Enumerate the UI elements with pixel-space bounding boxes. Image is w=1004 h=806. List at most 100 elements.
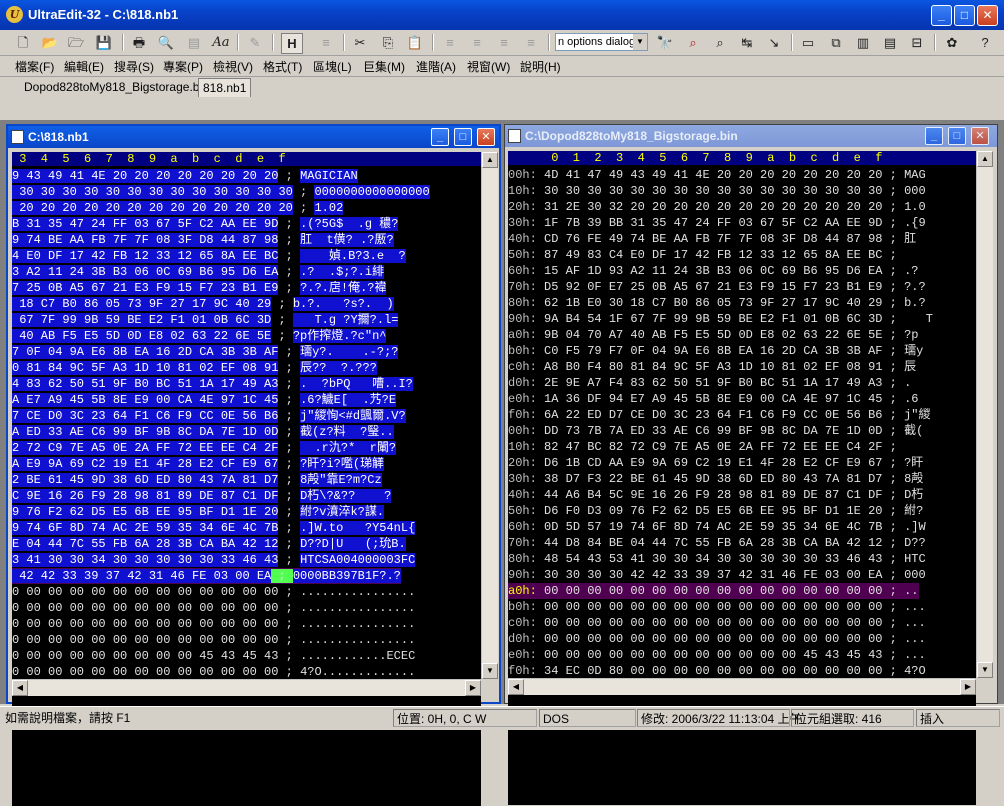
hex-bytes[interactable]: 9 74 6F 8D 74 AC 2E 59 35 34 6E 4C 7B xyxy=(12,521,279,535)
ascii-text[interactable]: 肛 t僙? .?厫? xyxy=(300,233,394,247)
right-horizontal-scrollbar[interactable]: ◀ ▶ xyxy=(508,678,976,695)
hex-bytes[interactable]: 0 00 00 00 00 00 00 00 00 00 00 00 00 xyxy=(12,633,278,647)
hex-row[interactable]: 3 41 30 30 34 30 30 30 30 30 33 46 43 ; … xyxy=(12,552,416,568)
right-close-button[interactable]: ✕ xyxy=(971,127,989,145)
hex-row[interactable]: 30 30 30 30 30 30 30 30 30 30 30 30 30 ;… xyxy=(12,184,430,200)
hex-row[interactable]: d0h: 00 00 00 00 00 00 00 00 00 00 00 00… xyxy=(508,631,926,647)
ascii-text[interactable]: 紨? xyxy=(904,504,923,518)
hex-bytes[interactable]: 0 00 00 00 00 00 00 00 00 00 00 00 00 xyxy=(12,585,278,599)
open-folder-icon[interactable]: 📂 xyxy=(40,33,60,52)
hex-bytes[interactable]: A E7 A9 45 5B 8E E9 00 CA 4E 97 1C 45 xyxy=(12,393,279,407)
hex-bytes[interactable]: A E9 9A 69 C2 19 E1 4F 28 E2 CF E9 67 xyxy=(12,457,279,471)
ascii-text[interactable]: D朽 xyxy=(904,488,923,502)
hex-row[interactable]: 0 00 00 00 00 00 00 00 00 00 00 00 00 ; … xyxy=(12,600,415,616)
hex-bytes[interactable]: 9 76 F2 62 D5 E5 6B EE 95 BF D1 1E 20 xyxy=(12,505,279,519)
hex-row[interactable]: 10h: 30 30 30 30 30 30 30 30 30 30 30 30… xyxy=(508,183,926,199)
hex-bytes[interactable]: 0 00 00 00 00 00 00 00 00 00 00 00 00 xyxy=(12,665,278,679)
hex-bytes[interactable]: 62 1B E0 30 18 C7 B0 86 05 73 9F 27 17 9… xyxy=(544,296,882,310)
hex-bytes[interactable]: D6 1B CD AA E9 9A 69 C2 19 E1 4F 28 E2 C… xyxy=(544,456,882,470)
hex-bytes[interactable]: 42 42 33 39 37 42 31 46 FE 03 00 EA xyxy=(12,569,272,583)
hex-row[interactable]: 80h: 62 1B E0 30 18 C7 B0 86 05 73 9F 27… xyxy=(508,295,926,311)
hex-row[interactable]: c0h: 00 00 00 00 00 00 00 00 00 00 00 00… xyxy=(508,615,926,631)
hex-bytes[interactable]: 30 30 30 30 42 42 33 39 37 42 31 46 FE 0… xyxy=(544,568,882,582)
hex-bytes[interactable]: A ED 33 AE C6 99 BF 9B 8C DA 7E 1D 0D xyxy=(12,425,279,439)
hex-bytes[interactable]: 4D 41 47 49 43 49 41 4E 20 20 20 20 20 2… xyxy=(544,168,882,182)
new-file-icon[interactable]: 🗋 xyxy=(13,33,33,52)
right-maximize-button[interactable]: □ xyxy=(948,127,966,145)
ascii-text[interactable]: 紨?v濆淬k?謀. xyxy=(300,505,385,519)
hex-row[interactable]: C 9E 16 26 F9 28 98 81 89 DE 87 C1 DF ; … xyxy=(12,488,392,504)
find-prev-icon[interactable]: ⌕ xyxy=(710,33,730,52)
hex-bytes[interactable]: 2E 9E A7 F4 83 62 50 51 9F B0 BC 51 1A 1… xyxy=(544,376,882,390)
ascii-text[interactable]: .? xyxy=(904,264,918,278)
hex-bytes[interactable]: 31 2E 30 32 20 20 20 20 20 20 20 20 20 2… xyxy=(544,200,882,214)
hex-bytes[interactable]: D5 92 0F E7 25 0B A5 67 21 E3 F9 15 F7 2… xyxy=(544,280,882,294)
hex-bytes[interactable]: 30 30 30 30 30 30 30 30 30 30 30 30 30 3… xyxy=(544,184,882,198)
justify-icon[interactable]: ≡ xyxy=(521,33,541,52)
hex-row[interactable]: 67 7F 99 9B 59 BE E2 F1 01 0B 6C 3D ; T.… xyxy=(12,312,399,328)
scroll-right-icon[interactable]: ▶ xyxy=(465,680,481,696)
ascii-text[interactable]: 0000000000000000 xyxy=(314,185,430,199)
menu-column[interactable]: 區塊(L) xyxy=(313,58,352,75)
hex-bytes[interactable]: 15 AF 1D 93 A2 11 24 3B B3 06 0C 69 B6 9… xyxy=(544,264,882,278)
left-close-button[interactable]: ✕ xyxy=(477,128,495,146)
hex-bytes[interactable]: 4 E0 DF 17 42 FB 12 33 12 65 8A EE BC xyxy=(12,249,279,263)
ascii-text[interactable]: 截(z?料 ?瑿.. xyxy=(300,425,394,439)
hex-bytes[interactable]: 9B 04 70 A7 40 AB F5 E5 5D 0D E8 02 63 2… xyxy=(544,328,882,342)
hex-row[interactable]: 30h: 38 D7 F3 22 BE 61 45 9D 38 6D ED 80… xyxy=(508,471,923,487)
hex-row[interactable]: E 04 44 7C 55 FB 6A 28 3B CA BA 42 12 ; … xyxy=(12,536,406,552)
ascii-text[interactable]: j"緵 xyxy=(904,408,930,422)
hex-bytes[interactable]: C 9E 16 26 F9 28 98 81 89 DE 87 C1 DF xyxy=(12,489,279,503)
ascii-text[interactable]: ... xyxy=(904,616,926,630)
search-options-combo[interactable]: n options dialog ▼ xyxy=(555,33,648,51)
hex-bytes[interactable]: 48 54 43 53 41 30 30 34 30 30 30 30 30 3… xyxy=(544,552,882,566)
hex-row[interactable]: 4 83 62 50 51 9F B0 BC 51 1A 17 49 A3 ; … xyxy=(12,376,413,392)
ascii-text[interactable]: 8殸 xyxy=(904,472,923,486)
hex-row[interactable]: f0h: 34 EC 0D 80 00 00 00 00 00 00 00 00… xyxy=(508,663,926,679)
ultraedit-app-icon[interactable]: U xyxy=(6,6,23,23)
ascii-text[interactable]: ?p xyxy=(904,328,918,342)
ascii-text[interactable]: 0000BB397B1F?.? xyxy=(292,569,401,583)
word-wrap-icon[interactable]: ≡ xyxy=(316,33,336,52)
hex-bytes[interactable]: 44 A6 B4 5C 9E 16 26 F9 28 98 81 89 DE 8… xyxy=(544,488,882,502)
hex-row[interactable]: 40h: CD 76 FE 49 74 BE AA FB 7F 7F 08 3F… xyxy=(508,231,916,247)
menu-file[interactable]: 檔案(F) xyxy=(15,58,54,75)
hex-row[interactable]: 4 E0 DF 17 42 FB 12 33 12 65 8A EE BC ; … xyxy=(12,248,406,264)
hex-bytes[interactable]: 3 A2 11 24 3B B3 06 0C 69 B6 95 D6 EA xyxy=(12,265,279,279)
hex-row[interactable]: 7 CE D0 3C 23 64 F1 C6 F9 CC 0E 56 B6 ; … xyxy=(12,408,406,424)
hex-row[interactable]: b0h: 00 00 00 00 00 00 00 00 00 00 00 00… xyxy=(508,599,926,615)
ascii-text[interactable]: 1.02 xyxy=(314,201,344,215)
hex-row[interactable]: 00h: DD 73 7B 7A ED 33 AE C6 99 BF 9B 8C… xyxy=(508,423,923,439)
hex-bytes[interactable]: 1F 7B 39 BB 31 35 47 24 FF 03 67 5F C2 A… xyxy=(544,216,882,230)
minimize-button[interactable]: _ xyxy=(931,5,952,26)
ascii-text[interactable]: ?.?.扂!俺.?禕 xyxy=(300,281,387,295)
menu-advanced[interactable]: 進階(A) xyxy=(416,58,456,75)
ascii-text[interactable]: .6?鱥E[ .艿?E xyxy=(300,393,397,407)
hex-row[interactable]: 7 25 0B A5 67 21 E3 F9 15 F7 23 B1 E9 ; … xyxy=(12,280,387,296)
scroll-left-icon[interactable]: ◀ xyxy=(508,679,524,695)
hex-bytes[interactable]: 4 83 62 50 51 9F B0 BC 51 1A 17 49 A3 xyxy=(12,377,279,391)
hex-row[interactable]: 3 A2 11 24 3B B3 06 0C 69 B6 95 D6 EA ; … xyxy=(12,264,385,280)
ascii-text[interactable]: 1.0 xyxy=(904,200,926,214)
hex-row[interactable]: 9 74 BE AA FB 7F 7F 08 3F D8 44 87 98 ; … xyxy=(12,232,394,248)
left-minimize-button[interactable]: _ xyxy=(431,128,449,146)
goto-icon[interactable]: ↘ xyxy=(764,33,784,52)
hex-row[interactable]: 20h: 31 2E 30 32 20 20 20 20 20 20 20 20… xyxy=(508,199,926,215)
ascii-text[interactable]: T xyxy=(904,312,933,326)
tab-818-nb1[interactable]: 818.nb1 xyxy=(198,78,252,97)
menu-format[interactable]: 格式(T) xyxy=(263,58,302,75)
hex-row[interactable]: A ED 33 AE C6 99 BF 9B 8C DA 7E 1D 0D ; … xyxy=(12,424,394,440)
ascii-text[interactable]: ... xyxy=(904,600,926,614)
window-icon[interactable]: ▭ xyxy=(798,33,818,52)
hex-row[interactable]: 0 00 00 00 00 00 00 00 00 00 00 00 00 ; … xyxy=(12,616,415,632)
left-vertical-scrollbar[interactable]: ▲ ▼ xyxy=(481,152,498,679)
ascii-text[interactable]: .(?5G$ .g 穠? xyxy=(300,217,399,231)
ascii-text[interactable]: j"緵恂<#d颽爾.V? xyxy=(300,409,406,423)
hex-bytes[interactable]: 00 00 00 00 00 00 00 00 00 00 00 00 00 0… xyxy=(544,584,882,598)
hex-row[interactable]: 18 C7 B0 86 05 73 9F 27 17 9C 40 29 ; b.… xyxy=(12,296,394,312)
hex-row[interactable]: 9 76 F2 62 D5 E5 6B EE 95 BF D1 1E 20 ; … xyxy=(12,504,385,520)
hex-bytes[interactable]: C0 F5 79 F7 0F 04 9A E6 8B EA 16 2D CA 3… xyxy=(544,344,882,358)
save-icon[interactable]: 💾 xyxy=(94,33,114,52)
hex-bytes[interactable]: 0 00 00 00 00 00 00 00 00 00 00 00 00 xyxy=(12,617,278,631)
hex-row[interactable]: 9 74 6F 8D 74 AC 2E 59 35 34 6E 4C 7B ; … xyxy=(12,520,416,536)
